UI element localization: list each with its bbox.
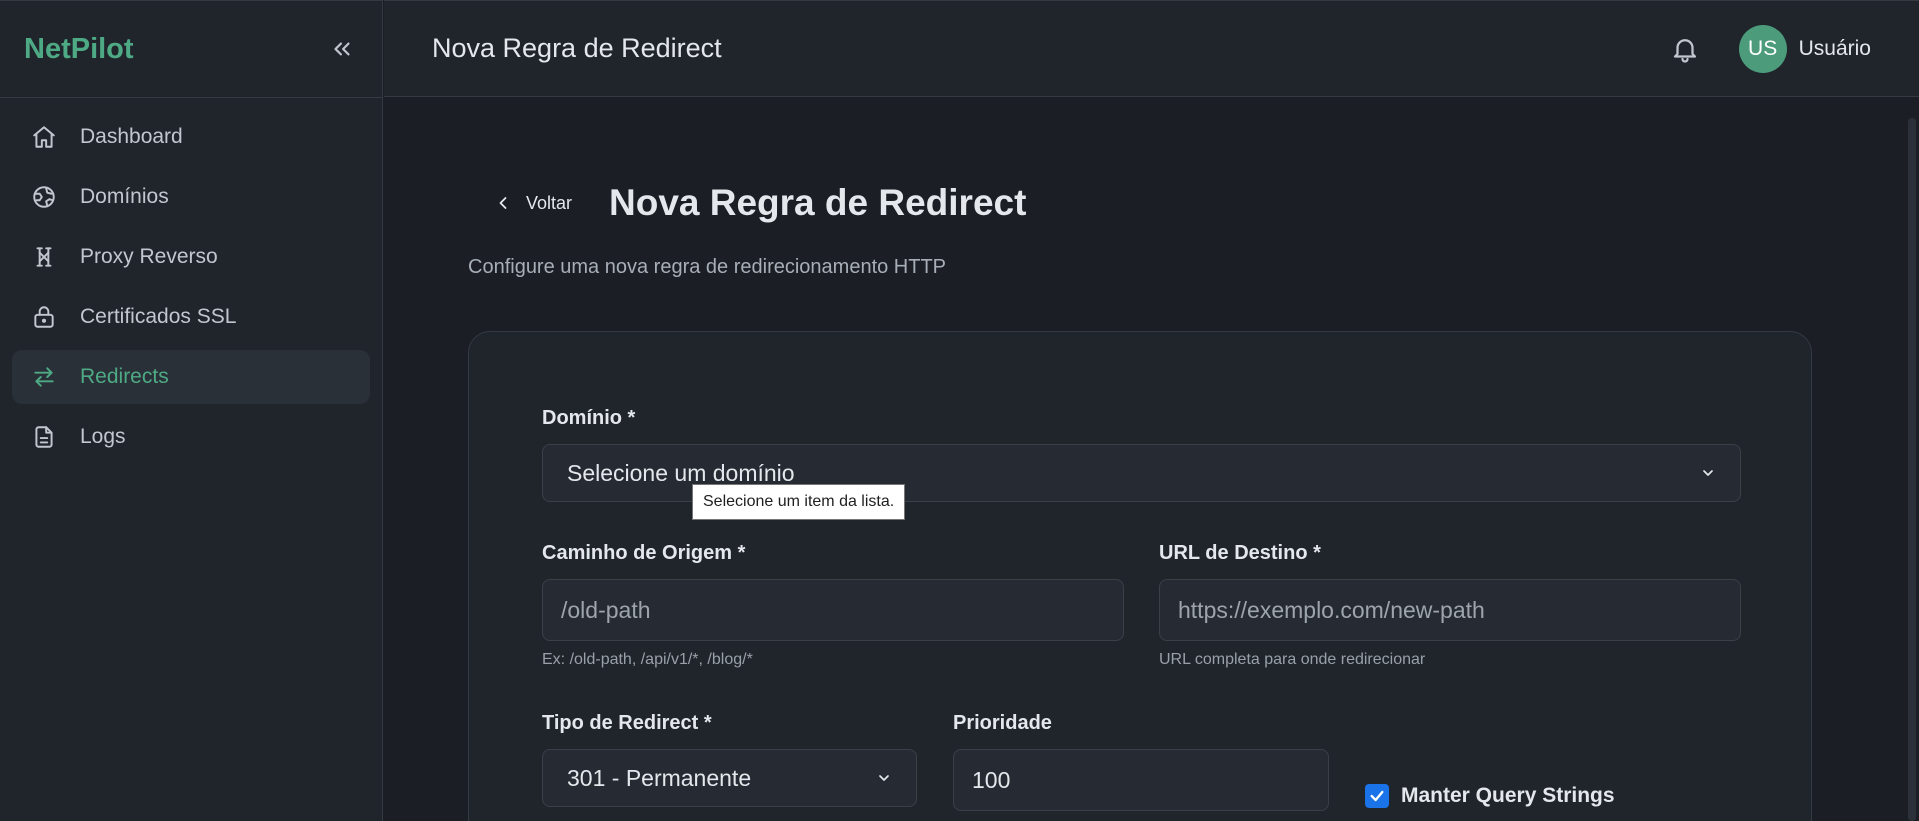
redirect-form-card: Domínio * Selecione um domínio Caminho d… xyxy=(468,331,1812,821)
source-path-input[interactable]: /old-path xyxy=(542,579,1124,641)
sidebar: NetPilot Dashboard Domínios Proxy Revers… xyxy=(0,0,383,821)
priority-label: Prioridade xyxy=(953,712,1052,734)
redirect-type-value: 301 - Permanente xyxy=(567,764,752,791)
back-button-label: Voltar xyxy=(526,192,573,213)
target-url-placeholder: https://exemplo.com/new-path xyxy=(1178,596,1485,623)
keep-query-strings-row[interactable]: Manter Query Strings xyxy=(1365,784,1615,808)
double-chevron-left-icon xyxy=(334,42,350,56)
scrollbar-thumb[interactable] xyxy=(1908,118,1916,821)
domain-label: Domínio * xyxy=(542,407,636,429)
sidebar-header: NetPilot xyxy=(0,1,382,98)
bell-icon xyxy=(1673,38,1696,63)
home-icon xyxy=(30,123,58,151)
topbar-actions: US Usuário xyxy=(1667,24,1871,73)
keep-query-strings-label: Manter Query Strings xyxy=(1401,784,1615,807)
page-subtitle: Configure uma nova regra de redirecionam… xyxy=(468,256,947,278)
sidebar-item-label: Proxy Reverso xyxy=(80,245,218,268)
file-icon xyxy=(30,423,58,451)
sidebar-item-label: Certificados SSL xyxy=(80,305,237,328)
sidebar-item-redirects[interactable]: Redirects xyxy=(12,350,370,404)
chevron-down-icon xyxy=(879,775,889,781)
back-button[interactable]: Voltar xyxy=(488,186,582,220)
redirect-type-select[interactable]: 301 - Permanente xyxy=(542,749,917,807)
validation-tooltip: Selecione um item da lista. xyxy=(692,484,906,520)
check-icon xyxy=(1370,790,1384,802)
chevron-left-icon xyxy=(492,192,514,214)
sidebar-nav: Dashboard Domínios Proxy Reverso Certifi… xyxy=(0,98,382,482)
avatar[interactable]: US xyxy=(1738,24,1787,73)
topbar: Nova Regra de Redirect US Usuário xyxy=(384,0,1919,97)
target-url-label: URL de Destino * xyxy=(1159,542,1321,564)
priority-value: 100 xyxy=(972,766,1011,793)
back-row: Voltar xyxy=(488,186,582,220)
sidebar-item-label: Logs xyxy=(80,425,126,448)
sidebar-item-proxy-reverso[interactable]: Proxy Reverso xyxy=(12,230,370,284)
domain-select-value: Selecione um domínio xyxy=(567,459,795,486)
sidebar-item-dashboard[interactable]: Dashboard xyxy=(12,110,370,164)
user-menu-name[interactable]: Usuário xyxy=(1799,37,1871,61)
sidebar-item-label: Dashboard xyxy=(80,125,183,148)
sidebar-item-dominios[interactable]: Domínios xyxy=(12,170,370,224)
source-path-helper: Ex: /old-path, /api/v1/*, /blog/* xyxy=(542,651,753,668)
source-path-label: Caminho de Origem * xyxy=(542,542,746,564)
source-path-placeholder: /old-path xyxy=(561,596,651,623)
collapse-sidebar-button[interactable] xyxy=(326,33,358,65)
sidebar-item-logs[interactable]: Logs xyxy=(12,410,370,464)
page-title: Nova Regra de Redirect xyxy=(609,182,1027,223)
sidebar-item-certificados-ssl[interactable]: Certificados SSL xyxy=(12,290,370,344)
sidebar-item-label: Domínios xyxy=(80,185,169,208)
app-logo[interactable]: NetPilot xyxy=(24,33,134,66)
target-url-input[interactable]: https://exemplo.com/new-path xyxy=(1159,579,1741,641)
target-url-helper: URL completa para onde redirecionar xyxy=(1159,651,1426,668)
notifications-button[interactable] xyxy=(1667,31,1703,67)
priority-input[interactable]: 100 xyxy=(953,749,1329,811)
redirect-type-label: Tipo de Redirect * xyxy=(542,712,712,734)
lock-icon xyxy=(30,303,58,331)
topbar-title: Nova Regra de Redirect xyxy=(432,33,722,63)
sidebar-item-label: Redirects xyxy=(80,365,169,388)
keep-query-strings-checkbox[interactable] xyxy=(1365,784,1389,808)
globe-icon xyxy=(30,183,58,211)
main-content: Voltar Nova Regra de Redirect Configure … xyxy=(384,98,1905,821)
chevron-down-icon xyxy=(1703,470,1713,476)
arrows-icon xyxy=(30,363,58,391)
proxy-icon xyxy=(30,243,58,271)
